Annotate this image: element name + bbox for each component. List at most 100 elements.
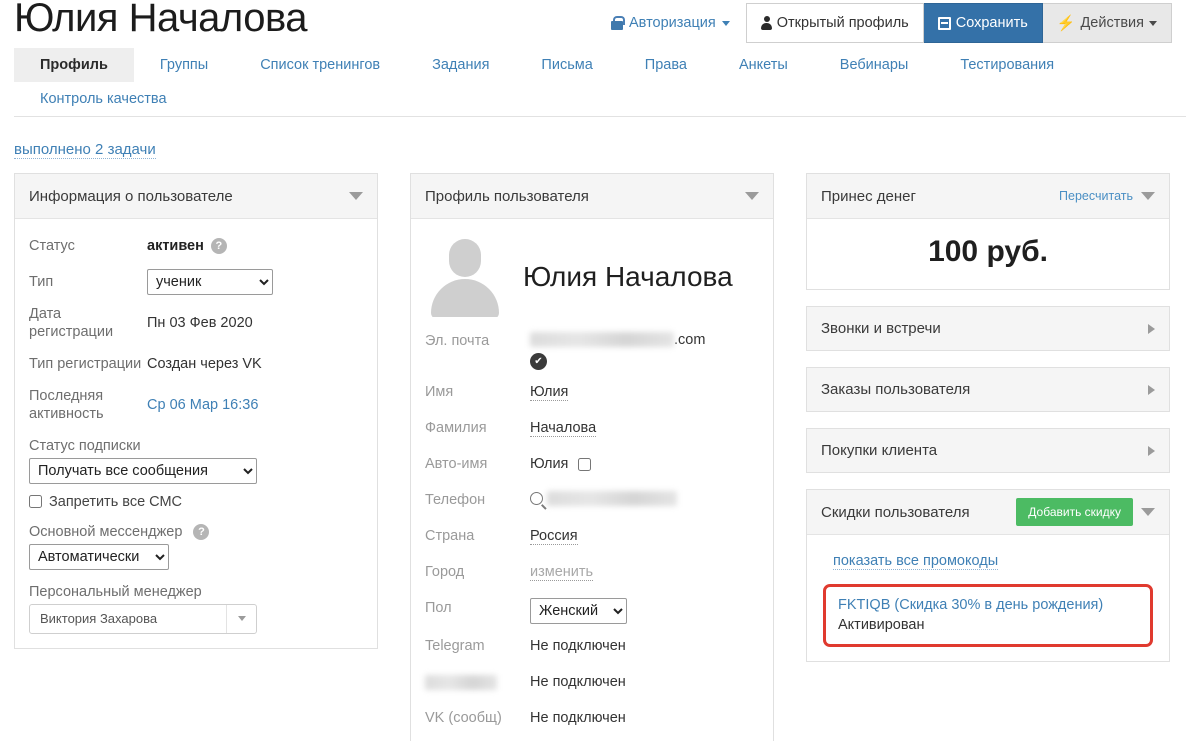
chevron-down-icon[interactable] <box>745 192 759 200</box>
promo-highlight-box: FKTIQB (Скидка 30% в день рождения) Акти… <box>823 584 1153 647</box>
field-first-name: Имя Юлия <box>425 382 759 406</box>
telegram-value: Не подключен <box>530 638 626 654</box>
tab-quality-control[interactable]: Контроль качества <box>14 82 193 116</box>
chevron-down-icon[interactable] <box>1141 508 1155 516</box>
chevron-right-icon[interactable] <box>1148 445 1155 456</box>
last-name-value[interactable]: Началова <box>530 418 597 437</box>
tab-groups[interactable]: Группы <box>134 48 234 82</box>
panel-user-profile: Профиль пользователя Юлия Началова Эл. п… <box>410 173 774 741</box>
actions-button[interactable]: ⚡ Действия <box>1042 3 1172 43</box>
hidden-channel-label <box>425 672 530 690</box>
authorization-dropdown[interactable]: Авторизация <box>611 3 746 43</box>
tab-trainings-list[interactable]: Список тренингов <box>234 48 406 82</box>
panel-client-purchases-title: Покупки клиента <box>821 442 938 459</box>
profile-header-block: Юлия Началова <box>425 233 759 331</box>
chevron-right-icon[interactable] <box>1148 323 1155 334</box>
panel-money-header[interactable]: Принес денег Пересчитать <box>807 174 1169 219</box>
personal-manager-combobox[interactable]: Виктория Захарова <box>29 603 257 634</box>
verified-check-icon: ✔ <box>530 353 547 370</box>
chevron-down-icon[interactable] <box>349 192 363 200</box>
chevron-down-icon[interactable] <box>226 604 256 633</box>
phone-label: Телефон <box>425 492 486 508</box>
show-all-promocodes-link[interactable]: показать все промокоды <box>833 553 999 570</box>
field-phone: Телефон <box>425 490 759 514</box>
city-label: Город <box>425 564 465 580</box>
tab-forms[interactable]: Анкеты <box>713 48 814 82</box>
help-icon[interactable]: ? <box>210 238 227 254</box>
tab-testing[interactable]: Тестирования <box>934 48 1080 82</box>
field-registration-date: Дата регистрации Пн 03 Фев 2020 <box>29 305 363 341</box>
panel-client-purchases[interactable]: Покупки клиента <box>806 428 1170 473</box>
recalculate-link[interactable]: Пересчитать <box>1059 189 1133 203</box>
main-messenger-select[interactable]: Автоматически <box>29 543 169 570</box>
city-value[interactable]: изменить <box>530 562 594 581</box>
chevron-right-icon[interactable] <box>1148 384 1155 395</box>
personal-manager-label: Персональный менеджер <box>29 583 202 600</box>
panel-user-discounts-title: Скидки пользователя <box>821 503 970 521</box>
hidden-channel-redacted <box>425 674 497 690</box>
panel-user-orders-title: Заказы пользователя <box>821 381 971 398</box>
field-city: Город изменить <box>425 562 759 586</box>
column-user-profile: Профиль пользователя Юлия Началова Эл. п… <box>410 173 774 741</box>
panel-user-info-title: Информация о пользователе <box>29 187 233 205</box>
chevron-down-icon <box>1149 20 1157 26</box>
promo-code-link[interactable]: FKTIQB (Скидка 30% в день рождения) <box>838 597 1138 613</box>
save-button[interactable]: Сохранить <box>923 3 1043 43</box>
gender-select[interactable]: Женский <box>530 598 627 624</box>
auto-name-checkbox[interactable] <box>578 458 592 471</box>
email-label: Эл. почта <box>425 333 490 349</box>
first-name-value[interactable]: Юлия <box>530 382 569 401</box>
field-last-name: Фамилия Началова <box>425 418 759 442</box>
phone-value-group[interactable] <box>530 490 677 508</box>
field-last-activity: Последняя активность Ср 06 Мар 16:36 <box>29 387 363 423</box>
completed-tasks-link[interactable]: выполнено 2 задачи <box>14 141 156 159</box>
tab-profile[interactable]: Профиль <box>14 48 134 82</box>
registration-date-label: Дата регистрации <box>29 306 114 341</box>
header-actions: Авторизация Открытый профиль Сохранить ⚡… <box>611 3 1172 43</box>
block-sms-checkbox[interactable] <box>29 495 42 508</box>
bolt-icon: ⚡ <box>1056 14 1076 32</box>
registration-type-value: Создан через VK <box>147 356 262 373</box>
tab-webinars[interactable]: Вебинары <box>814 48 935 82</box>
panel-user-discounts-header[interactable]: Скидки пользователя Добавить скидку <box>807 490 1169 535</box>
lock-icon <box>611 16 626 30</box>
column-sidebar-widgets: Принес денег Пересчитать 100 руб. Звонки… <box>806 173 1170 678</box>
open-profile-button[interactable]: Открытый профиль <box>745 3 924 43</box>
chevron-down-icon[interactable] <box>1141 192 1155 200</box>
last-name-label: Фамилия <box>425 420 487 436</box>
panel-calls-and-meetings[interactable]: Звонки и встречи <box>806 306 1170 351</box>
type-select[interactable]: ученик <box>147 269 273 295</box>
tab-letters[interactable]: Письма <box>515 48 618 82</box>
panel-calls-and-meetings-title: Звонки и встречи <box>821 320 941 337</box>
tabs-container: Профиль Группы Список тренингов Задания … <box>0 48 1200 117</box>
panel-money-brought: Принес денег Пересчитать 100 руб. <box>806 173 1170 290</box>
panel-user-info-body: Статус активен ? Тип ученик Дата регистр… <box>15 219 377 648</box>
country-value[interactable]: Россия <box>530 526 578 545</box>
type-label: Тип <box>29 273 54 290</box>
task-link-row: выполнено 2 задачи <box>0 117 1200 173</box>
registration-type-label: Тип регистрации <box>29 356 142 373</box>
panel-user-discounts-body: показать все промокоды FKTIQB (Скидка 30… <box>807 535 1169 661</box>
panel-money-body: 100 руб. <box>807 219 1169 289</box>
subscription-status-select[interactable]: Получать все сообщения <box>29 457 257 484</box>
hidden-channel-value: Не подключен <box>530 674 626 690</box>
field-hidden-channel: Не подключен <box>425 672 759 696</box>
email-value-group[interactable]: .com ✔ <box>530 331 705 370</box>
add-discount-button[interactable]: Добавить скидку <box>1016 498 1133 526</box>
tab-assignments[interactable]: Задания <box>406 48 515 82</box>
open-profile-label: Открытый профиль <box>776 15 909 31</box>
email-redacted <box>530 332 674 348</box>
search-icon[interactable] <box>530 492 543 506</box>
panel-user-info-header[interactable]: Информация о пользователе <box>15 174 377 219</box>
registration-date-value: Пн 03 Фев 2020 <box>147 315 253 332</box>
column-user-info: Информация о пользователе Статус активен… <box>14 173 378 665</box>
actions-label: Действия <box>1080 15 1144 31</box>
panel-user-profile-header[interactable]: Профиль пользователя <box>411 174 773 219</box>
panel-user-orders[interactable]: Заказы пользователя <box>806 367 1170 412</box>
help-icon[interactable]: ? <box>193 523 210 540</box>
last-activity-value[interactable]: Ср 06 Мар 16:36 <box>147 397 258 413</box>
main-messenger-label-text: Основной мессенджер <box>29 523 183 540</box>
save-label: Сохранить <box>955 15 1028 31</box>
tab-rights[interactable]: Права <box>619 48 713 82</box>
panel-user-profile-title: Профиль пользователя <box>425 187 589 205</box>
